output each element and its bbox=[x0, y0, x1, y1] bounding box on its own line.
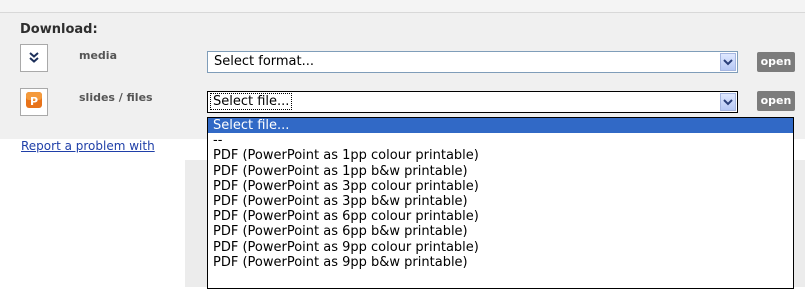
chevron-down-icon[interactable] bbox=[720, 53, 736, 71]
download-heading: Download: bbox=[20, 22, 98, 37]
media-label: media bbox=[79, 49, 117, 62]
background-block bbox=[794, 160, 805, 287]
dropdown-option[interactable]: Select file... bbox=[208, 118, 793, 134]
slides-select-value: Select file... bbox=[209, 93, 293, 110]
dropdown-option[interactable]: PDF (PowerPoint as 1pp colour printable) bbox=[208, 148, 793, 163]
file-dropdown-list[interactable]: Select file... -- PDF (PowerPoint as 1pp… bbox=[207, 117, 794, 289]
report-problem-link[interactable]: Report a problem with bbox=[21, 139, 155, 153]
media-expand-button[interactable] bbox=[20, 44, 48, 72]
slides-open-button[interactable]: open bbox=[757, 91, 795, 111]
chevron-down-icon[interactable] bbox=[720, 93, 736, 111]
media-select-value: Select format... bbox=[214, 54, 315, 69]
dropdown-option[interactable]: -- bbox=[208, 133, 793, 148]
svg-text:P: P bbox=[30, 95, 38, 108]
media-open-button[interactable]: open bbox=[757, 52, 795, 72]
dropdown-option[interactable]: PDF (PowerPoint as 9pp colour printable) bbox=[208, 240, 793, 255]
dropdown-option[interactable]: PDF (PowerPoint as 3pp colour printable) bbox=[208, 179, 793, 194]
chevron-down-double-icon bbox=[27, 49, 41, 68]
media-format-select[interactable]: Select format... bbox=[207, 51, 738, 73]
background-block bbox=[185, 160, 207, 287]
dropdown-option[interactable]: PDF (PowerPoint as 6pp b&w printable) bbox=[208, 224, 793, 239]
slides-file-select[interactable]: Select file... bbox=[207, 91, 738, 113]
dropdown-option[interactable]: PDF (PowerPoint as 1pp b&w printable) bbox=[208, 164, 793, 179]
dropdown-option[interactable]: PDF (PowerPoint as 9pp b&w printable) bbox=[208, 255, 793, 270]
slides-expand-button[interactable]: P bbox=[20, 88, 48, 116]
dropdown-option[interactable]: PDF (PowerPoint as 6pp colour printable) bbox=[208, 209, 793, 224]
powerpoint-icon: P bbox=[25, 91, 43, 113]
top-strip bbox=[0, 0, 805, 12]
dropdown-option[interactable]: PDF (PowerPoint as 3pp b&w printable) bbox=[208, 194, 793, 209]
slides-files-label: slides / files bbox=[79, 91, 153, 104]
